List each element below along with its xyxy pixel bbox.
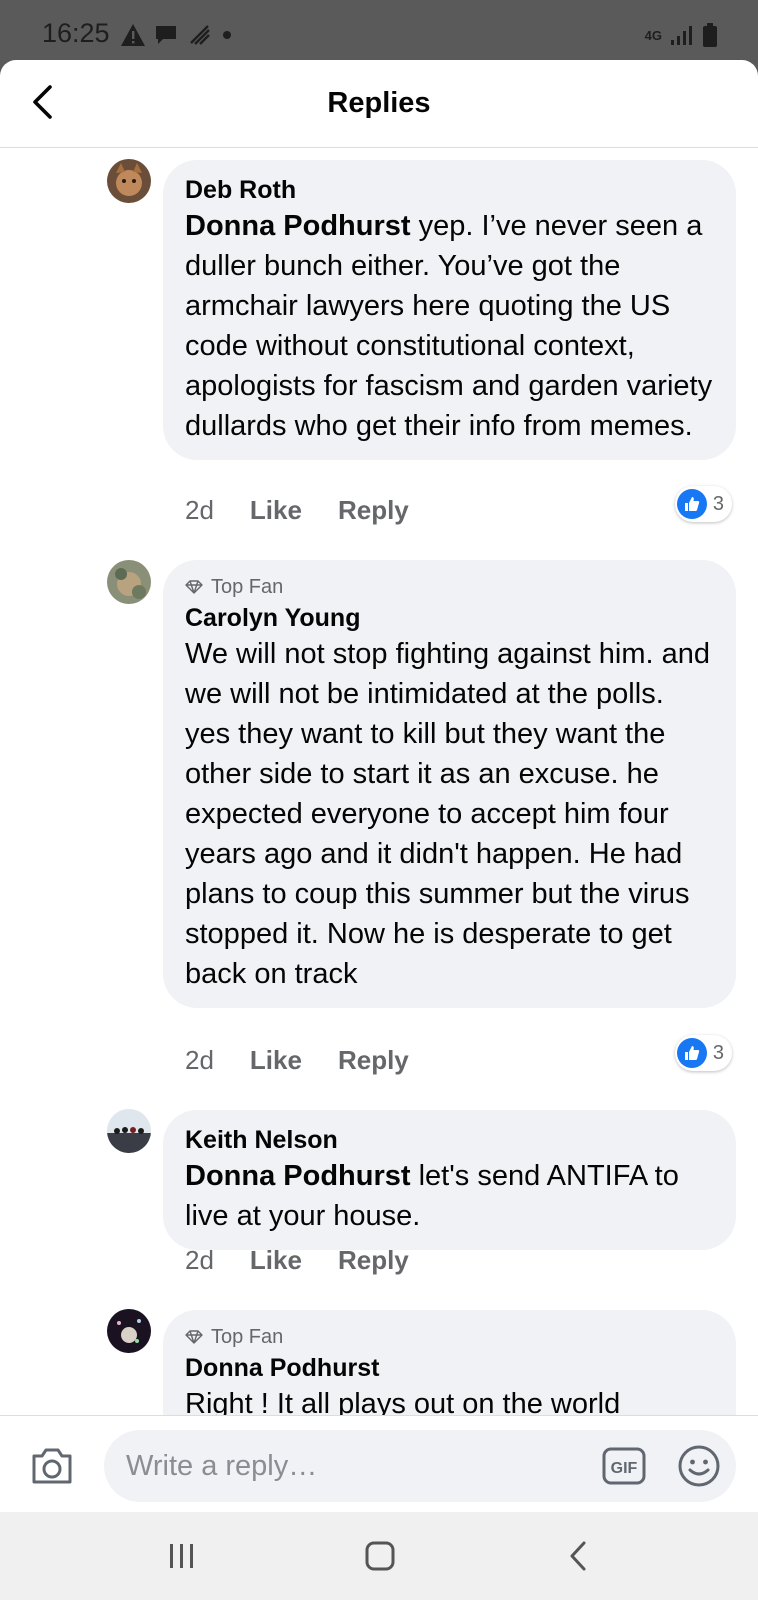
recent-apps-icon [170,1544,193,1568]
reply-button[interactable]: Reply [338,495,409,526]
gif-button[interactable]: GIF [602,1447,646,1485]
comment-text: Donna Podhurst yep. I’ve never seen a du… [185,206,714,446]
like-button[interactable]: Like [250,1045,302,1076]
thumbs-up-icon [676,489,707,519]
comment-author[interactable]: Carolyn Young [185,602,714,634]
diamond-icon [185,1330,203,1344]
gif-label: GIF [611,1460,638,1477]
like-button[interactable]: Like [250,495,302,526]
avatar[interactable] [107,1309,151,1353]
page-title: Replies [327,87,431,119]
back-icon [570,1541,586,1571]
warning-icon [121,24,145,46]
comment-actions: 2d Like Reply [185,1245,409,1276]
comment-author[interactable]: Deb Roth [185,174,714,206]
status-bar: 16:25 4G [0,0,758,62]
signal-wave-icon [190,25,210,45]
header: Replies [0,60,758,148]
reaction-number: 3 [712,492,724,515]
recent-apps-button[interactable] [160,1534,204,1578]
notification-icons [120,20,234,50]
comment-bubble[interactable]: Keith Nelson Donna Podhurst let's send A… [163,1110,736,1250]
network-label: 4G [644,27,662,43]
avatar[interactable] [107,1109,151,1153]
comment-text: Right ! It all plays out on the world [185,1388,621,1415]
like-button[interactable]: Like [250,1245,302,1276]
diamond-icon [185,580,203,594]
thumbs-up-icon [676,1038,707,1068]
top-fan-label: Top Fan [211,576,284,598]
top-fan-badge: Top Fan [185,1324,714,1350]
reply-button[interactable]: Reply [338,1045,409,1076]
comment-text: Donna Podhurst let's send ANTIFA to live… [185,1156,714,1236]
top-fan-badge: Top Fan [185,574,714,600]
reply-button[interactable]: Reply [338,1245,409,1276]
cell-signal-icon [671,26,692,45]
replies-sheet: Replies Deb Roth Donna Podhurst yep. I’v… [0,60,758,1512]
comment-bubble[interactable]: Deb Roth Donna Podhurst yep. I’ve never … [163,160,736,460]
avatar[interactable] [107,159,151,203]
comment-actions: 2d Like Reply [185,495,409,526]
comment-author[interactable]: Donna Podhurst [185,1352,714,1384]
comment-body: yep. I’ve never seen a duller bunch eith… [185,210,713,442]
status-time: 16:25 [42,18,110,48]
dot-icon [223,31,231,39]
reaction-count[interactable]: 3 [674,486,732,522]
replies-list[interactable]: Deb Roth Donna Podhurst yep. I’ve never … [0,149,758,1415]
home-icon [365,1541,395,1571]
smiley-icon [678,1445,720,1487]
avatar[interactable] [107,560,151,604]
mention-link[interactable]: Donna Podhurst [185,1160,411,1192]
comment-time[interactable]: 2d [185,1045,214,1076]
comment-actions: 2d Like Reply [185,1045,409,1076]
battery-icon [703,23,717,47]
top-fan-label: Top Fan [211,1326,284,1348]
message-icon [156,26,176,44]
camera-button[interactable] [28,1442,76,1490]
comment-time[interactable]: 2d [185,495,214,526]
comment-time[interactable]: 2d [185,1245,214,1276]
system-back-button[interactable] [556,1534,600,1578]
system-icons: 4G [645,20,718,50]
comment-author[interactable]: Keith Nelson [185,1124,714,1156]
reaction-number: 3 [712,1041,724,1064]
comment-text: We will not stop fighting against him. a… [185,638,710,990]
camera-icon [32,1448,72,1484]
home-button[interactable] [358,1534,402,1578]
comment-bubble[interactable]: Top Fan Donna Podhurst Right ! It all pl… [163,1310,736,1415]
gif-icon: GIF [602,1447,646,1485]
reply-composer: GIF [0,1415,758,1512]
reaction-count[interactable]: 3 [674,1035,732,1071]
system-navigation-bar [0,1512,758,1600]
comment-bubble[interactable]: Top Fan Carolyn Young We will not stop f… [163,560,736,1008]
emoji-button[interactable] [677,1444,721,1488]
mention-link[interactable]: Donna Podhurst [185,210,411,242]
